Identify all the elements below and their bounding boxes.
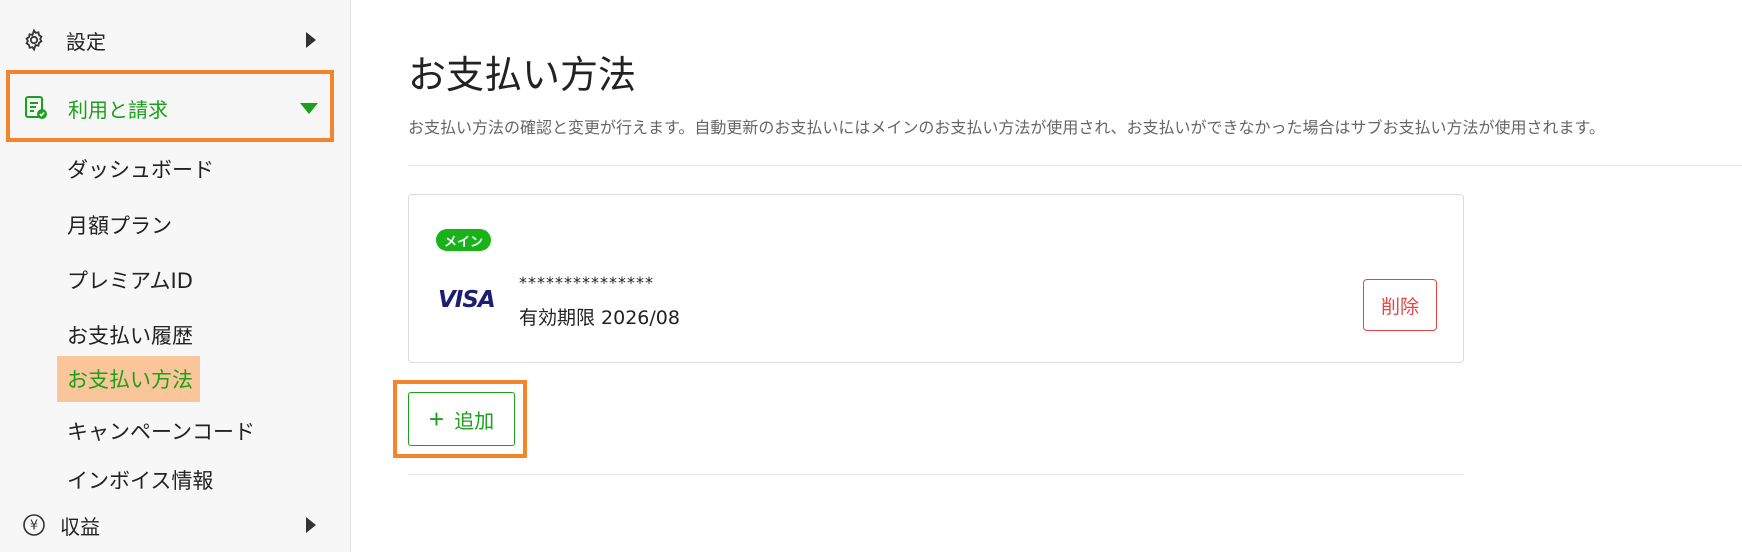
visa-logo: VISA xyxy=(438,287,496,313)
svg-text:¥: ¥ xyxy=(30,519,38,534)
yen-coin-icon: ¥ xyxy=(20,511,48,539)
card-expiry: 有効期限 2026/08 xyxy=(519,307,680,329)
plus-icon: + xyxy=(428,404,445,434)
chevron-right-icon xyxy=(306,32,316,48)
nav-billing-label: 利用と請求 xyxy=(68,97,168,122)
page-title: お支払い方法 xyxy=(408,53,637,97)
sidebar-item-payment-method[interactable]: お支払い方法 xyxy=(57,356,200,402)
sidebar-item-dashboard[interactable]: ダッシュボード xyxy=(67,154,214,184)
main-badge: メイン xyxy=(436,229,492,251)
document-check-icon xyxy=(22,94,50,122)
nav-revenue-label: 収益 xyxy=(60,514,100,539)
chevron-right-icon xyxy=(306,517,316,533)
page-description: お支払い方法の確認と変更が行えます。自動更新のお支払いにはメインのお支払い方法が… xyxy=(408,118,1605,137)
sidebar-item-monthly-plan[interactable]: 月額プラン xyxy=(67,210,172,240)
footer-divider xyxy=(408,474,1464,475)
sidebar-item-premium-id[interactable]: プレミアムID xyxy=(67,265,193,295)
header-divider xyxy=(408,165,1742,166)
card-number: *************** xyxy=(519,273,654,292)
add-button[interactable]: + 追加 xyxy=(408,392,515,446)
nav-settings-label: 設定 xyxy=(66,29,106,54)
sidebar-item-invoice-info[interactable]: インボイス情報 xyxy=(67,465,213,495)
add-button-label: 追加 xyxy=(454,410,495,433)
sidebar-item-payment-history[interactable]: お支払い履歴 xyxy=(67,320,193,350)
nav-billing[interactable]: 利用と請求 xyxy=(22,90,322,126)
nav-revenue[interactable]: ¥ 収益 xyxy=(20,508,320,542)
gear-icon xyxy=(20,26,48,54)
delete-button[interactable]: 削除 xyxy=(1363,279,1437,331)
chevron-down-icon xyxy=(300,103,318,114)
sidebar-item-campaign-code[interactable]: キャンペーンコード xyxy=(67,416,255,446)
payment-card: メイン VISA *************** 有効期限 2026/08 削除 xyxy=(408,194,1464,363)
sidebar: 設定 利用と請求 ダッシュボード 月額プラン プレミアムID お支払い履歴 お支… xyxy=(0,0,351,552)
nav-settings[interactable]: 設定 xyxy=(20,22,320,58)
